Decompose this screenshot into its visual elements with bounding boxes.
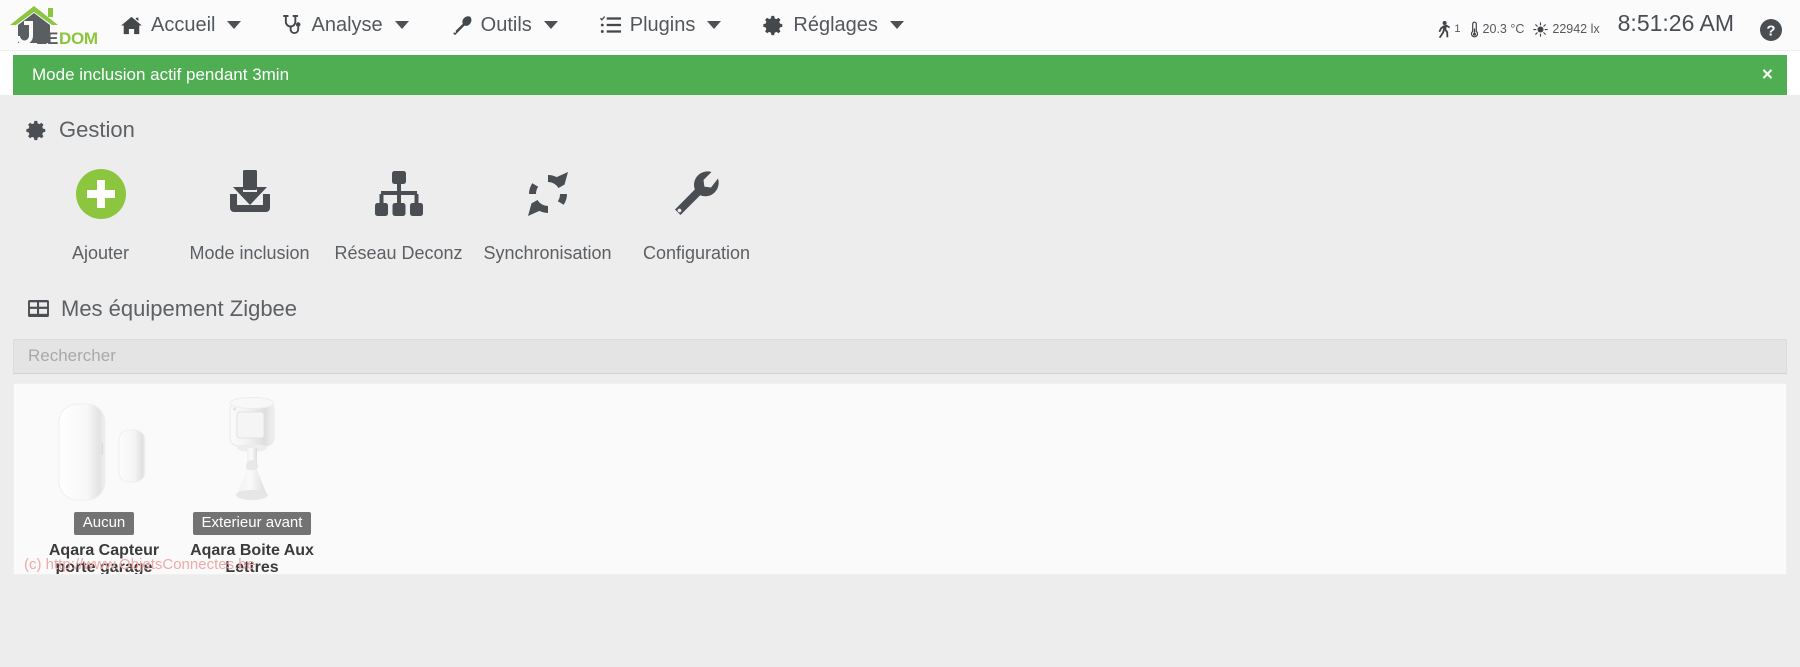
nav-item-analyse[interactable]: Analyse [262, 0, 429, 51]
svg-text:DOM: DOM [59, 29, 98, 47]
alert-container: Mode inclusion actif pendant 3min × [0, 51, 1800, 95]
svg-text:?: ? [1766, 23, 1775, 40]
chevron-down-icon [707, 21, 722, 29]
help-button[interactable]: ? [1756, 10, 1786, 41]
nav-label-reglages: Réglages [793, 13, 878, 36]
alert-message: Mode inclusion actif pendant 3min [32, 65, 290, 84]
tile-label-synchronisation: Synchronisation [483, 243, 612, 263]
search-input[interactable] [28, 346, 1772, 366]
sensor-brightness-value: 22942 lx [1552, 22, 1600, 36]
nav-label-outils: Outils [480, 13, 532, 36]
motion-sensor-image [197, 396, 307, 506]
main-nav: Accueil Analyse Outils Plugins Réglages [100, 0, 925, 51]
gestion-tiles: Ajouter Mode inclusion Réseau Deconz Syn… [0, 143, 1800, 265]
tile-mode-inclusion[interactable]: Mode inclusion [175, 163, 324, 265]
nav-item-plugins[interactable]: Plugins [579, 0, 743, 51]
equipment-card-motion-sensor[interactable]: Exterieur avant Aqara Boite Aux Lettres [178, 396, 326, 574]
equipment-section-title: Mes équipement Zigbee [0, 265, 1800, 322]
motion-walk-icon [1437, 20, 1451, 38]
nav-label-analyse: Analyse [311, 13, 383, 36]
equipment-badge: Aucun [73, 511, 135, 535]
gestion-title-text: Gestion [59, 117, 135, 142]
close-icon[interactable]: × [1762, 66, 1773, 85]
clock: 8:51:26 AM [1617, 9, 1734, 36]
tile-label-ajouter: Ajouter [71, 243, 130, 263]
help-circle-icon: ? [1760, 19, 1782, 41]
sensor-brightness[interactable]: 22942 lx [1533, 21, 1600, 37]
tile-label-mode-inclusion: Mode inclusion [189, 243, 310, 263]
stethoscope-icon [283, 14, 302, 36]
sensor-temperature[interactable]: 20.3 °C [1470, 21, 1525, 38]
search-bar[interactable] [13, 338, 1787, 374]
tile-reseau-deconz[interactable]: Réseau Deconz [324, 163, 473, 265]
jeedom-logo-mark: EE DOM [10, 6, 98, 47]
wrench-icon [674, 163, 720, 225]
gestion-section-title: Gestion [0, 95, 1800, 143]
plus-circle-icon [75, 163, 127, 225]
nav-item-reglages[interactable]: Réglages [742, 0, 925, 51]
nav-item-outils[interactable]: Outils [430, 0, 579, 51]
equipment-name: Aqara Capteur porte garage [48, 542, 160, 575]
wrench-icon [451, 15, 472, 36]
tile-synchronisation[interactable]: Synchronisation [473, 163, 622, 265]
equipment-list-panel: Aucun Aqara Capteur porte garage Exterie… [13, 382, 1787, 575]
chevron-down-icon [543, 21, 558, 29]
equipment-card-door-sensor[interactable]: Aucun Aqara Capteur porte garage [30, 396, 178, 574]
nav-label-accueil: Accueil [151, 13, 216, 36]
equipment-name: Aqara Boite Aux Lettres [190, 542, 314, 575]
inclusion-mode-alert: Mode inclusion actif pendant 3min × [13, 55, 1787, 95]
thermometer-icon [1470, 21, 1479, 38]
svg-text:EE: EE [36, 29, 58, 47]
door-window-sensor-image [49, 396, 159, 506]
tile-label-configuration: Configuration [642, 243, 751, 263]
jeedom-logo[interactable]: EE DOM [0, 0, 100, 51]
sensor-motion[interactable]: 1 [1437, 20, 1461, 38]
sensor-temperature-value: 20.3 °C [1482, 22, 1525, 36]
gear-icon [763, 15, 784, 36]
sun-brightness-icon [1533, 21, 1549, 37]
refresh-icon [523, 163, 573, 225]
sensor-summary: 1 20.3 °C 22942 lx [1437, 13, 1617, 38]
chevron-down-icon [227, 21, 242, 29]
tile-ajouter[interactable]: Ajouter [26, 163, 175, 265]
list-icon [599, 16, 621, 34]
page-body: Gestion Ajouter Mode inclusion Réseau De… [0, 95, 1800, 667]
chevron-down-icon [889, 21, 904, 29]
home-icon [121, 16, 142, 35]
sitemap-icon [373, 163, 425, 225]
equipment-badge: Exterieur avant [192, 511, 312, 535]
navbar-right: 1 20.3 °C 22942 lx 8:51:26 AM ? [1437, 0, 1790, 51]
table-grid-icon [28, 299, 49, 318]
top-navbar: EE DOM Accueil Analyse Outils Plugins Ré… [0, 0, 1800, 51]
nav-label-plugins: Plugins [629, 13, 696, 36]
gear-icon [26, 120, 47, 141]
download-icon [226, 163, 274, 225]
chevron-down-icon [394, 21, 409, 29]
equipment-title-text: Mes équipement Zigbee [61, 295, 298, 321]
sensor-motion-value: 1 [1454, 23, 1461, 35]
nav-item-accueil[interactable]: Accueil [100, 0, 262, 51]
tile-configuration[interactable]: Configuration [622, 163, 771, 265]
tile-label-reseau-deconz: Réseau Deconz [334, 243, 463, 263]
